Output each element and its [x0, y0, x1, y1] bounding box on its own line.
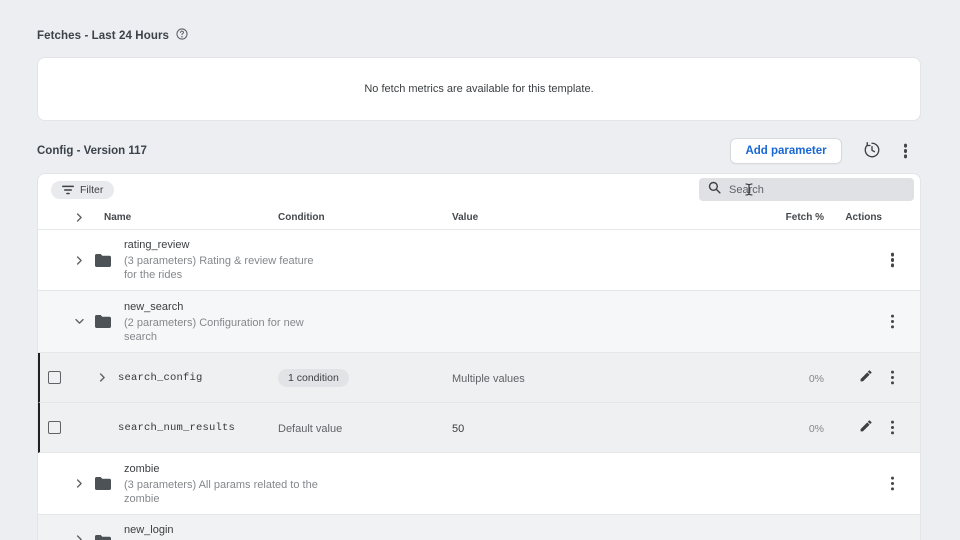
- header-actions: Actions: [824, 212, 920, 223]
- edit-parameter-button[interactable]: [857, 417, 875, 438]
- row-overflow-menu-button[interactable]: [889, 256, 896, 263]
- header-fetch: Fetch %: [774, 212, 824, 223]
- row-select-cell: [40, 421, 68, 434]
- group-name: new_login: [124, 523, 824, 538]
- config-overflow-menu-button[interactable]: [902, 147, 909, 154]
- row-checkbox[interactable]: [48, 371, 61, 384]
- filter-list-icon: [62, 183, 74, 198]
- fetch-metrics-empty-card: No fetch metrics are available for this …: [37, 57, 921, 121]
- condition-cell: 1 condition: [278, 368, 452, 387]
- group-description: (3 parameters) All params related to the…: [124, 478, 326, 506]
- parameter-value: 50: [452, 423, 464, 435]
- search-input[interactable]: [729, 184, 905, 196]
- filter-button[interactable]: Filter: [51, 181, 114, 199]
- group-description: (2 parameters) Configuration for new sea…: [124, 316, 326, 344]
- chevron-right-icon[interactable]: [68, 479, 90, 488]
- chevron-right-icon[interactable]: [68, 535, 90, 540]
- parameter-value: Multiple values: [452, 373, 525, 385]
- condition-chip: 1 condition: [278, 369, 349, 387]
- header-value: Value: [452, 212, 774, 223]
- chevron-down-icon[interactable]: [68, 317, 90, 326]
- parameter-name: search_config: [118, 372, 278, 384]
- table-row-rating-review[interactable]: rating_review (3 parameters) Rating & re…: [38, 230, 920, 291]
- more-vert-icon: [891, 258, 894, 261]
- table-toolbar: Filter: [38, 174, 920, 205]
- fetch-percent: 0%: [809, 373, 824, 385]
- row-actions: [824, 367, 920, 388]
- group-info: rating_review (3 parameters) Rating & re…: [116, 238, 824, 282]
- row-actions: [824, 417, 920, 438]
- header-condition: Condition: [278, 212, 452, 223]
- fetches-section-header: Fetches - Last 24 Hours: [37, 27, 188, 45]
- row-actions: [824, 480, 920, 487]
- fetch-percent: 0%: [809, 423, 824, 435]
- table-row-new-login[interactable]: new_login: [38, 515, 920, 540]
- pencil-icon: [859, 419, 873, 436]
- folder-icon: [90, 477, 116, 490]
- remote-config-page: Fetches - Last 24 Hours No fetch metrics…: [0, 0, 960, 540]
- config-version-title: Config - Version 117: [37, 145, 147, 157]
- value-cell: Multiple values: [452, 369, 774, 387]
- table-row-search-config[interactable]: search_config 1 condition Multiple value…: [38, 353, 920, 403]
- more-vert-icon: [891, 320, 894, 323]
- history-icon: [863, 141, 881, 162]
- row-overflow-menu-button[interactable]: [889, 318, 896, 325]
- row-checkbox[interactable]: [48, 421, 61, 434]
- config-actions: Add parameter: [730, 138, 921, 164]
- fetch-cell: 0%: [774, 419, 824, 437]
- add-parameter-button[interactable]: Add parameter: [730, 138, 841, 164]
- condition-label: Default value: [278, 423, 342, 435]
- more-vert-icon: [891, 376, 894, 379]
- group-info: new_login: [116, 515, 824, 539]
- row-overflow-menu-button[interactable]: [889, 480, 896, 487]
- more-vert-icon: [891, 426, 894, 429]
- header-name: Name: [90, 212, 278, 223]
- folder-icon: [90, 315, 116, 328]
- config-header-bar: Config - Version 117 Add parameter: [37, 137, 921, 165]
- group-description: (3 parameters) Rating & review feature f…: [124, 254, 326, 282]
- folder-icon: [90, 254, 116, 267]
- fetch-cell: 0%: [774, 369, 824, 387]
- chevron-right-icon[interactable]: [68, 256, 90, 265]
- help-icon[interactable]: [176, 27, 188, 45]
- group-name: new_search: [124, 300, 824, 315]
- empty-state-message: No fetch metrics are available for this …: [364, 83, 593, 95]
- pencil-icon: [859, 369, 873, 386]
- parameter-name: search_num_results: [118, 422, 278, 434]
- row-select-cell: [40, 371, 68, 384]
- edit-parameter-button[interactable]: [857, 367, 875, 388]
- row-actions: [824, 318, 920, 325]
- expand-all-chevron-icon[interactable]: [68, 213, 90, 222]
- filter-label: Filter: [80, 184, 103, 196]
- table-row-search-num-results[interactable]: search_num_results Default value 50 0%: [38, 403, 920, 453]
- version-history-button[interactable]: [861, 139, 883, 164]
- fetches-title: Fetches - Last 24 Hours: [37, 30, 169, 42]
- more-vert-icon: [891, 482, 894, 485]
- chevron-right-icon[interactable]: [98, 373, 118, 382]
- condition-cell: Default value: [278, 419, 452, 437]
- parameters-table-card: Filter Name Condition Value Fetch %: [37, 173, 921, 540]
- folder-icon: [90, 535, 116, 540]
- search-field[interactable]: [699, 178, 914, 201]
- group-info: new_search (2 parameters) Configuration …: [116, 300, 824, 344]
- table-row-new-search[interactable]: new_search (2 parameters) Configuration …: [38, 291, 920, 353]
- more-vert-icon: [904, 149, 907, 152]
- row-overflow-menu-button[interactable]: [889, 374, 896, 381]
- group-info: zombie (3 parameters) All params related…: [116, 462, 824, 506]
- table-row-zombie[interactable]: zombie (3 parameters) All params related…: [38, 453, 920, 515]
- row-actions: [824, 256, 920, 263]
- value-cell: 50: [452, 419, 774, 437]
- search-icon: [708, 181, 721, 199]
- row-overflow-menu-button[interactable]: [889, 424, 896, 431]
- group-name: rating_review: [124, 238, 824, 253]
- group-name: zombie: [124, 462, 824, 477]
- table-header-row: Name Condition Value Fetch % Actions: [38, 205, 920, 230]
